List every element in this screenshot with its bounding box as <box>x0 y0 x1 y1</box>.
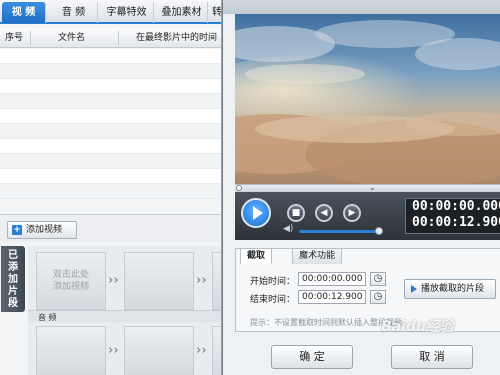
play-icon <box>411 285 417 293</box>
main-tab-bar: 视 频 音 频 字幕特效 叠加素材 转 <box>0 0 221 24</box>
total-time: 00:00:12.900 <box>412 215 500 230</box>
ok-button[interactable]: 确 定 <box>271 345 353 369</box>
tab-video[interactable]: 视 频 <box>2 2 46 23</box>
add-video-button[interactable]: + 添加视频 <box>7 221 77 239</box>
clip-table-header: 序号 文件名 在最终影片中的时间 <box>0 28 221 48</box>
table-row[interactable] <box>0 139 221 154</box>
time-display: 00:00:00.000 00:00:12.900 <box>405 198 500 234</box>
tab-magic-functions[interactable]: 魔术功能 <box>292 248 343 264</box>
speaker-icon: ◀) <box>283 224 294 234</box>
clock-icon[interactable]: ◷ <box>370 290 386 304</box>
playback-controls: ■ ◀ ▶ ◀) 00:00:00.000 00:00:12.900 <box>235 192 500 240</box>
tab-trim[interactable]: 截取 <box>240 248 273 264</box>
column-header-filename[interactable]: 文件名 <box>58 28 85 48</box>
table-row[interactable] <box>0 184 221 199</box>
column-header-index[interactable]: 序号 <box>5 28 23 48</box>
timeline-clip-slot[interactable] <box>212 326 221 375</box>
dialog-title-bar <box>223 0 500 14</box>
play-selection-label: 播放截取的片段 <box>421 284 485 294</box>
timeline-clip-slot[interactable] <box>36 326 106 375</box>
side-tab-label: 已添加片段 <box>8 250 18 309</box>
added-clips-side-tab[interactable]: 已添加片段 <box>1 246 25 312</box>
main-window: 视 频 音 频 字幕特效 叠加素材 转 序号 文件名 在最终影片中的时间 + 添… <box>0 0 222 375</box>
add-video-toolbar: + 添加视频 <box>0 214 221 242</box>
timeline-clip-slot[interactable] <box>124 252 194 310</box>
table-row[interactable] <box>0 109 221 124</box>
add-video-label: 添加视频 <box>26 225 63 235</box>
end-time-field[interactable]: 00:00:12.900 <box>298 290 366 304</box>
step-forward-icon: ▶ <box>348 208 356 218</box>
stop-icon: ■ <box>291 208 301 218</box>
watermark: Baidu经验 <box>381 319 454 335</box>
start-time-field[interactable]: 00:00:00.000 <box>298 272 366 286</box>
volume-knob[interactable] <box>375 227 383 235</box>
chevron-right-icon: ›› <box>108 273 119 288</box>
chevron-right-icon: ›› <box>108 343 119 358</box>
table-row[interactable] <box>0 49 221 64</box>
end-time-label: 结束时间： <box>250 295 296 305</box>
video-frame-sky-clouds <box>235 14 500 184</box>
table-row[interactable] <box>0 79 221 94</box>
trim-settings-panel: 截取 魔术功能 开始时间： 00:00:00.000 ◷ 结束时间： 00:00… <box>235 248 500 332</box>
tab-subtitle-effects[interactable]: 字幕特效 <box>100 2 154 23</box>
trim-video-dialog: ⌄ ■ ◀ ▶ ◀) 00:00:00.000 00:00:12.900 截取 … <box>222 0 500 375</box>
start-time-label: 开始时间： <box>250 277 296 287</box>
clock-icon[interactable]: ◷ <box>370 272 386 286</box>
column-header-final-time[interactable]: 在最终影片中的时间 <box>136 28 217 48</box>
table-row[interactable] <box>0 64 221 79</box>
current-time: 00:00:00.000 <box>412 199 500 214</box>
volume-track[interactable] <box>299 230 379 233</box>
table-row[interactable] <box>0 169 221 184</box>
table-row[interactable] <box>0 94 221 109</box>
volume-control[interactable]: ◀) <box>283 224 383 236</box>
seek-knob[interactable] <box>236 185 242 191</box>
audio-track-bar <box>28 310 221 322</box>
previous-frame-button[interactable]: ◀ <box>315 204 333 222</box>
play-icon <box>253 206 263 220</box>
play-selection-button[interactable]: 播放截取的片段 <box>404 279 496 299</box>
next-frame-button[interactable]: ▶ <box>343 204 361 222</box>
tab-transition[interactable]: 转 <box>210 2 221 23</box>
timeline-clip-slot[interactable] <box>212 252 221 310</box>
clip-table-body <box>0 49 221 199</box>
timeline-clip-slot[interactable] <box>124 326 194 375</box>
table-row[interactable] <box>0 124 221 139</box>
table-row[interactable] <box>0 154 221 169</box>
video-preview <box>235 14 500 184</box>
tab-overlay-material[interactable]: 叠加素材 <box>156 2 208 23</box>
cancel-button[interactable]: 取 消 <box>391 345 473 369</box>
chevron-right-icon: ›› <box>196 343 207 358</box>
tab-audio[interactable]: 音 频 <box>50 2 98 23</box>
stop-button[interactable]: ■ <box>287 204 305 222</box>
chevron-right-icon: ›› <box>196 273 207 288</box>
clip-timeline: 双击此处 添加视频 ›› ›› 音 频 ›› ›› <box>28 246 221 375</box>
audio-track-label: 音 频 <box>38 313 57 322</box>
timeline-placeholder-text: 双击此处 添加视频 <box>52 270 89 292</box>
add-icon: + <box>12 225 22 235</box>
seek-bar[interactable]: ⌄ <box>235 183 500 192</box>
play-button[interactable] <box>241 198 271 228</box>
step-back-icon: ◀ <box>320 208 328 218</box>
timeline-clip-slot[interactable]: 双击此处 添加视频 <box>36 252 106 310</box>
chevron-down-icon[interactable]: ⌄ <box>369 183 376 192</box>
